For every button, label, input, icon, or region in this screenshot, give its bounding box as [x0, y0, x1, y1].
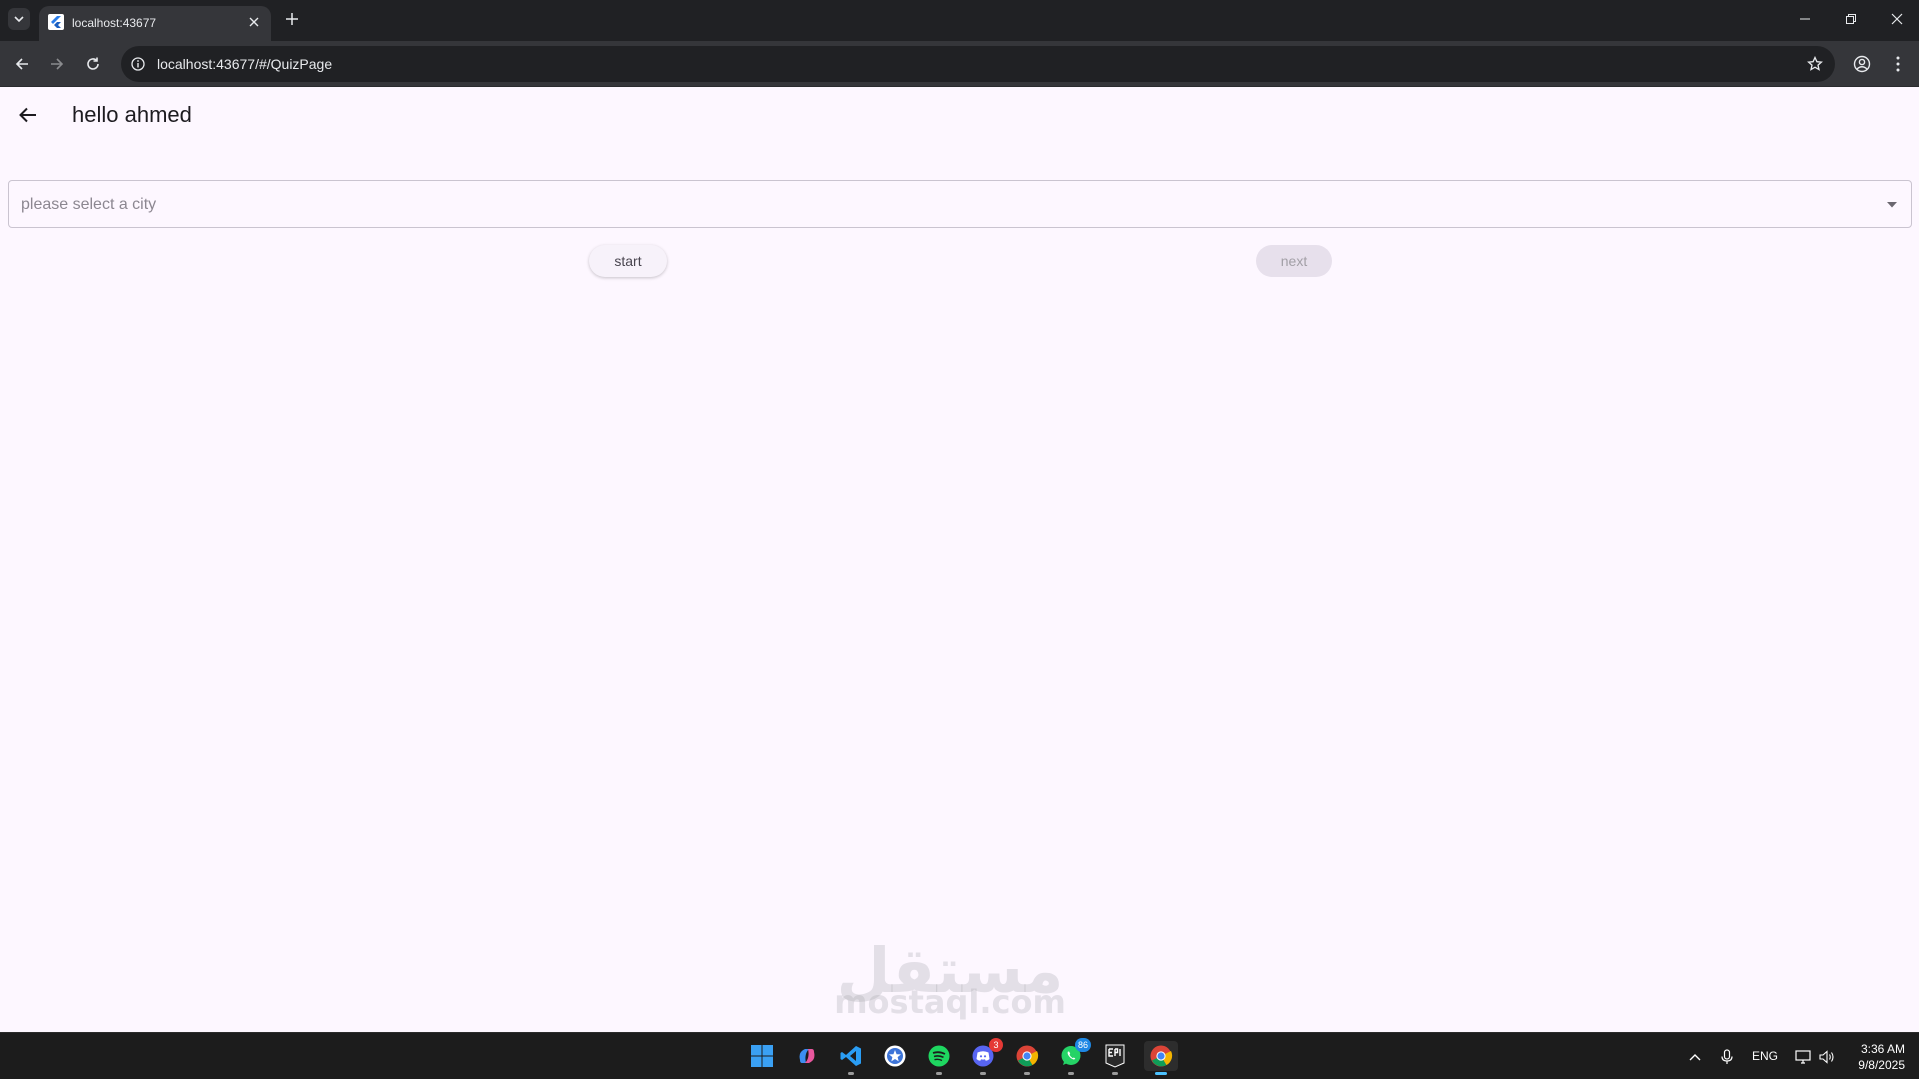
- browser-back-button[interactable]: [10, 52, 34, 76]
- chrome-active-icon[interactable]: [1144, 1041, 1178, 1075]
- new-tab-button[interactable]: [282, 9, 302, 29]
- city-dropdown[interactable]: please select a city: [8, 180, 1912, 228]
- browser-forward-button[interactable]: [45, 52, 69, 76]
- close-icon: [249, 17, 259, 27]
- whatsapp-badge: 86: [1074, 1038, 1091, 1052]
- browser-toolbar: localhost:43677/#/QuizPage: [0, 41, 1919, 87]
- arrow-left-icon: [15, 58, 28, 70]
- microphone-icon: [1721, 1049, 1733, 1064]
- page-title: hello ahmed: [72, 102, 192, 127]
- info-icon: [131, 57, 145, 71]
- restore-icon: [1846, 14, 1856, 24]
- bookmark-button[interactable]: [1805, 54, 1825, 74]
- running-indicator: [1024, 1072, 1030, 1075]
- app-bar: hello ahmed: [0, 87, 1919, 143]
- running-indicator: [980, 1072, 986, 1075]
- minimize-button[interactable]: [1790, 8, 1820, 30]
- discord-badge: 3: [989, 1038, 1003, 1052]
- close-icon: [1891, 13, 1903, 25]
- chrome-icon[interactable]: [1012, 1041, 1042, 1075]
- vscode-icon[interactable]: [836, 1041, 866, 1075]
- url-text[interactable]: localhost:43677/#/QuizPage: [157, 55, 332, 73]
- app-store-icon[interactable]: [880, 1041, 910, 1071]
- running-indicator: [848, 1072, 854, 1075]
- arrow-right-icon: [51, 58, 64, 70]
- minimize-icon: [1800, 18, 1810, 20]
- epic-games-icon[interactable]: [1100, 1041, 1130, 1075]
- restore-button[interactable]: [1836, 8, 1866, 30]
- reload-button[interactable]: [81, 52, 105, 76]
- tab-title: localhost:43677: [72, 16, 157, 30]
- tab-search-button[interactable]: [8, 8, 30, 30]
- microphone-button[interactable]: [1715, 1045, 1739, 1069]
- account-icon: [1853, 55, 1871, 73]
- running-indicator: [1112, 1072, 1118, 1075]
- volume-button[interactable]: [1815, 1045, 1839, 1069]
- reload-icon: [87, 57, 99, 70]
- copilot-icon[interactable]: [792, 1041, 822, 1071]
- system-clock[interactable]: 3:36 AM 9/8/2025: [1845, 1041, 1905, 1073]
- clock-date: 9/8/2025: [1858, 1058, 1905, 1072]
- windows-start-icon[interactable]: [747, 1041, 777, 1071]
- app-back-button[interactable]: [12, 103, 44, 127]
- browser-tab-strip: localhost:43677: [0, 0, 1919, 41]
- close-window-button[interactable]: [1882, 8, 1912, 30]
- more-vertical-icon: [1896, 56, 1900, 72]
- running-indicator: [1068, 1072, 1074, 1075]
- chevron-up-icon: [1689, 1054, 1701, 1061]
- watermark-logo: مستقل mostaql.com: [820, 940, 1080, 1030]
- whatsapp-icon[interactable]: 86: [1056, 1038, 1091, 1075]
- show-hidden-icons-button[interactable]: [1683, 1045, 1707, 1069]
- address-bar[interactable]: localhost:43677/#/QuizPage: [121, 46, 1835, 82]
- discord-icon[interactable]: 3: [968, 1038, 1003, 1075]
- browser-tab[interactable]: localhost:43677: [39, 6, 271, 41]
- site-info-button[interactable]: [129, 55, 147, 73]
- language-indicator[interactable]: ENG: [1752, 1049, 1778, 1063]
- dropdown-arrow-icon: [1885, 198, 1899, 212]
- network-button[interactable]: [1791, 1045, 1815, 1069]
- star-icon: [1807, 56, 1823, 71]
- profile-button[interactable]: [1850, 52, 1874, 76]
- chevron-down-icon: [14, 16, 24, 23]
- browser-menu-button[interactable]: [1886, 52, 1910, 76]
- plus-icon: [286, 13, 298, 25]
- running-indicator: [936, 1072, 942, 1075]
- arrow-left-icon: [19, 107, 36, 123]
- next-button[interactable]: next: [1256, 245, 1332, 277]
- speaker-icon: [1819, 1050, 1834, 1064]
- start-button[interactable]: start: [589, 245, 667, 277]
- network-icon: [1795, 1050, 1811, 1064]
- flutter-favicon-icon: [48, 14, 64, 30]
- close-tab-button[interactable]: [245, 13, 263, 31]
- active-indicator: [1155, 1072, 1167, 1075]
- watermark-latin: mostaql.com: [834, 983, 1066, 1021]
- city-dropdown-placeholder: please select a city: [21, 196, 157, 213]
- clock-time: 3:36 AM: [1860, 1042, 1905, 1056]
- windows-taskbar: 3 86 ENG 3:36 AM 9/8/2025: [0, 1032, 1919, 1079]
- spotify-icon[interactable]: [924, 1041, 954, 1075]
